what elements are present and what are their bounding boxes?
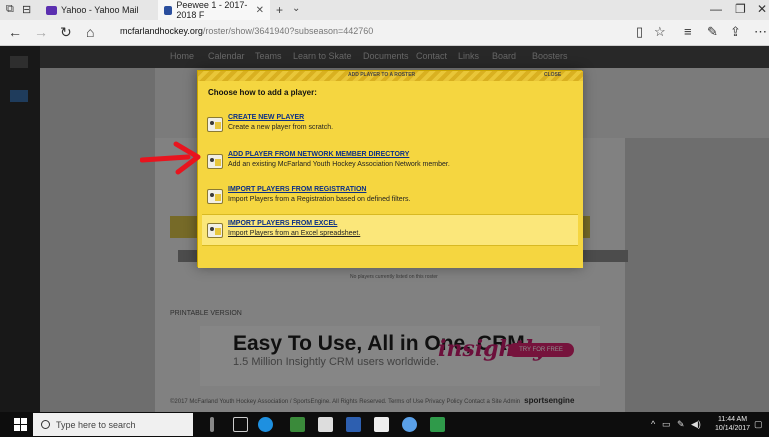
back-arrow-icon[interactable]: ← [8, 24, 22, 40]
edge-browser-icon[interactable] [258, 417, 273, 432]
option-import-registration[interactable]: IMPORT PLAYERS FROM REGISTRATION Import … [202, 181, 578, 213]
volume-icon[interactable]: ◀) [691, 419, 701, 430]
minimize-icon[interactable]: — [710, 2, 722, 16]
set-aside-tabs-icon[interactable]: ⊟ [22, 3, 31, 16]
clock-time: 11:44 AM [717, 416, 748, 423]
excel-icon [207, 223, 223, 238]
share-icon[interactable]: ⇪ [730, 24, 741, 40]
reading-view-icon[interactable]: ▯ [636, 24, 643, 40]
option-title[interactable]: CREATE NEW PLAYER [228, 114, 304, 121]
close-window-icon[interactable]: ✕ [757, 2, 767, 16]
windows-start-icon[interactable] [14, 418, 27, 431]
tab-peewee-roster[interactable]: Peewee 1 - 2017-2018 F ✕ [158, 0, 270, 20]
taskbar-search[interactable]: Type here to search [33, 413, 193, 436]
hub-icon[interactable]: ≡ [684, 24, 692, 39]
excel-app-icon[interactable] [430, 417, 445, 432]
close-tab-icon[interactable]: ✕ [256, 5, 264, 16]
windows-taskbar: Type here to search ^ ▭ ✎ ◀) 11:44 AM 10… [0, 412, 769, 437]
cortana-icon [41, 420, 50, 429]
microphone-icon[interactable] [210, 417, 214, 432]
add-player-modal: ADD PLAYER TO A ROSTER CLOSE Choose how … [197, 70, 583, 268]
address-bar: ← → ↻ ⌂ mcfarlandhockey.org/roster/show/… [0, 20, 769, 46]
modal-prompt: Choose how to add a player: [208, 88, 317, 97]
option-desc: Create a new player from scratch. [228, 124, 334, 131]
option-title[interactable]: IMPORT PLAYERS FROM REGISTRATION [228, 186, 366, 193]
tray-chevron-icon[interactable]: ^ [651, 419, 655, 429]
mail-icon[interactable] [374, 417, 389, 432]
url-host: mcfarlandhockey.org [120, 26, 203, 36]
home-icon[interactable]: ⌂ [86, 24, 94, 40]
restore-icon[interactable]: ❐ [735, 2, 746, 16]
modal-title-bar: ADD PLAYER TO A ROSTER CLOSE [198, 71, 583, 81]
new-player-icon [207, 117, 223, 132]
option-create-new-player[interactable]: CREATE NEW PLAYER Create a new player fr… [202, 109, 578, 141]
media-app-icon[interactable] [346, 417, 361, 432]
option-desc: Add an existing McFarland Youth Hockey A… [228, 161, 450, 168]
option-title[interactable]: IMPORT PLAYERS FROM EXCEL [228, 220, 337, 227]
registration-icon [207, 189, 223, 204]
browser-app-icon[interactable] [402, 417, 417, 432]
web-note-icon[interactable]: ✎ [707, 24, 718, 40]
new-tab-icon[interactable]: + [276, 3, 283, 17]
clock-date: 10/14/2017 [715, 425, 751, 432]
pen-icon[interactable]: ✎ [677, 419, 685, 430]
chevron-down-icon[interactable]: ⌄ [292, 3, 300, 14]
option-title[interactable]: ADD PLAYER FROM NETWORK MEMBER DIRECTORY [228, 151, 409, 158]
sportsengine-favicon-icon [164, 5, 173, 15]
tab-yahoo-mail[interactable]: Yahoo - Yahoo Mail [40, 0, 150, 20]
red-arrow-annotation [140, 141, 201, 175]
option-desc: Import Players from an Excel spreadsheet… [228, 230, 361, 237]
browser-tab-bar: ⧉ ⊟ Yahoo - Yahoo Mail Peewee 1 - 2017-2… [0, 0, 769, 20]
yahoo-mail-favicon-icon [46, 5, 57, 15]
refresh-icon[interactable]: ↻ [60, 24, 72, 41]
forward-arrow-icon[interactable]: → [34, 24, 48, 40]
favorite-star-icon[interactable]: ☆ [654, 24, 666, 40]
directory-icon [207, 154, 223, 169]
option-network-directory[interactable]: ADD PLAYER FROM NETWORK MEMBER DIRECTORY… [202, 146, 578, 178]
url-field[interactable]: mcfarlandhockey.org/roster/show/3641940?… [120, 26, 373, 36]
modal-body: Choose how to add a player: CREATE NEW P… [198, 81, 583, 268]
url-path: /roster/show/3641940?subseason=442760 [202, 26, 374, 36]
modal-title: ADD PLAYER TO A ROSTER [348, 72, 416, 78]
store-icon[interactable] [318, 417, 333, 432]
more-icon[interactable]: ⋯ [754, 24, 767, 40]
tab-label: Peewee 1 - 2017-2018 F [176, 0, 248, 20]
task-view-icon[interactable] [233, 417, 248, 432]
network-icon[interactable]: ▭ [662, 419, 671, 430]
tab-label: Yahoo - Yahoo Mail [61, 5, 139, 15]
tab-list-icon[interactable]: ⧉ [6, 3, 14, 16]
search-placeholder: Type here to search [56, 419, 136, 430]
modal-close-button[interactable]: CLOSE [544, 72, 561, 78]
option-desc: Import Players from a Registration based… [228, 196, 411, 203]
option-import-excel[interactable]: IMPORT PLAYERS FROM EXCEL Import Players… [202, 214, 578, 246]
taskbar-clock[interactable]: 11:44 AM 10/14/2017 [715, 415, 750, 433]
notifications-icon[interactable]: ▢ [754, 419, 763, 430]
spreadsheet-app-icon[interactable] [290, 417, 305, 432]
